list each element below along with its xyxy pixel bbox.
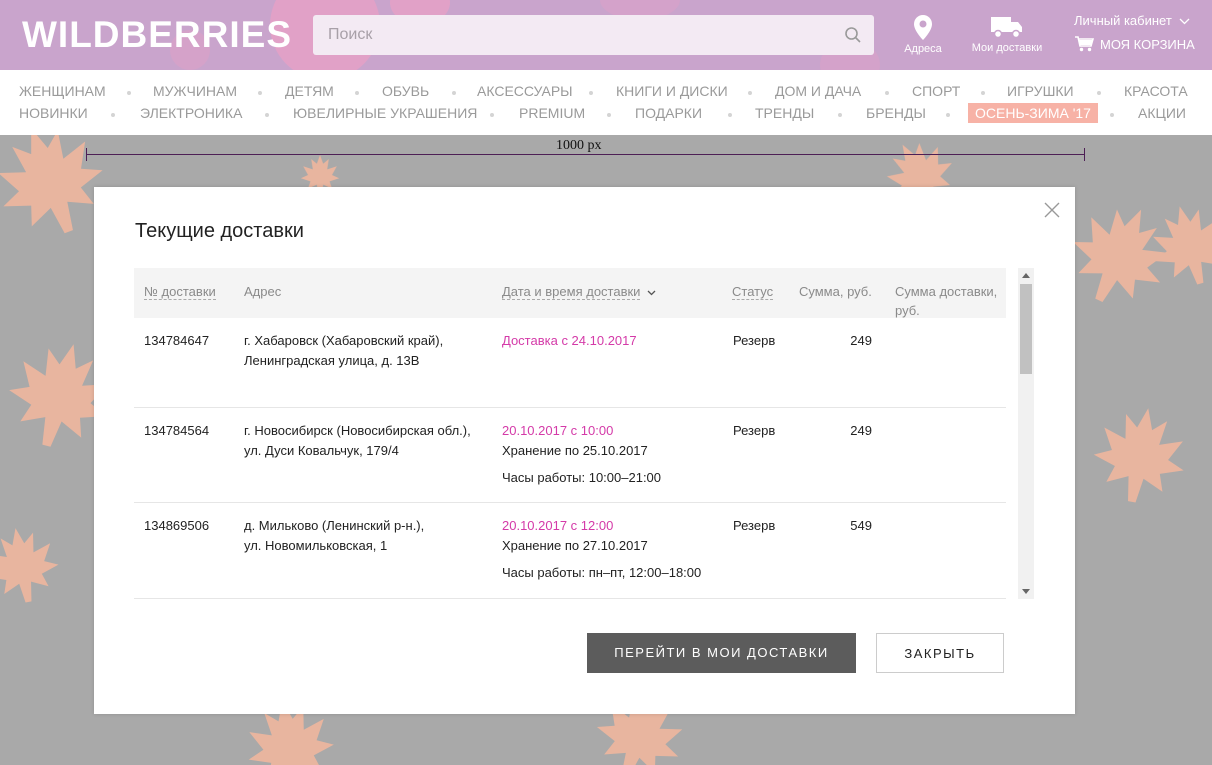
nav-autumn-winter[interactable]: Осень-Зима '17 (968, 103, 1098, 123)
cart-icon (1075, 36, 1094, 52)
delivery-status: Резерв (733, 333, 776, 348)
nav-shoes[interactable]: Обувь (382, 83, 429, 99)
delivery-number: 134784564 (144, 423, 210, 438)
column-status[interactable]: Статус (732, 282, 774, 301)
map-pin-icon (914, 15, 932, 40)
delivery-status: Резерв (733, 423, 776, 438)
nav-women[interactable]: Женщинам (19, 83, 106, 99)
chevron-down-icon (647, 290, 656, 296)
nav-electronics[interactable]: Электроника (140, 105, 242, 121)
search-bar (313, 15, 874, 55)
deliveries-modal: Текущие доставки № доставки Адрес Дата и… (94, 187, 1075, 714)
delivery-address: д. Мильково (Ленинский р-н.), ул. Новоми… (244, 518, 425, 553)
table-row[interactable]: 134784564 г. Новосибирск (Новосибирская … (134, 408, 1006, 503)
site-header: WILDBERRIES Адреса Мои доставки Личный к… (0, 0, 1212, 70)
nav-jewelry[interactable]: Ювелирные украшения (293, 105, 477, 121)
delivery-sum: 249 (850, 423, 872, 438)
my-deliveries-label: Мои доставки (971, 42, 1043, 54)
nav-premium[interactable]: Premium (519, 105, 585, 121)
nav-brands[interactable]: Бренды (866, 105, 926, 121)
close-button[interactable]: ЗАКРЫТЬ (876, 633, 1004, 673)
delivery-date: Доставка с 24.10.2017 (502, 333, 637, 348)
nav-sport[interactable]: Спорт (912, 83, 960, 99)
delivery-number: 134869506 (144, 518, 210, 533)
column-delivery-sum: Сумма доставки, руб. (895, 284, 998, 318)
delivery-datetime: 20.10.2017 с 10:00 Хранение по 25.10.201… (502, 423, 662, 485)
table-row[interactable]: 134869506 д. Мильково (Ленинский р-н.), … (134, 503, 1006, 599)
nav-trends[interactable]: Тренды (755, 105, 814, 121)
ruler-label: 1000 px (556, 138, 602, 153)
chevron-down-icon (1179, 18, 1190, 25)
truck-icon (991, 17, 1022, 39)
modal-title: Текущие доставки (135, 220, 304, 242)
cart-label: МОЯ КОРЗИНА (1100, 36, 1195, 52)
nav-new[interactable]: Новинки (19, 105, 88, 121)
category-nav: Женщинам Мужчинам Детям Обувь Аксессуары… (0, 70, 1212, 135)
width-ruler: 1000 px (86, 138, 1085, 162)
table-row[interactable]: 134784647 г. Хабаровск (Хабаровский край… (134, 318, 1006, 408)
addresses-button[interactable]: Адреса (900, 14, 946, 55)
nav-books[interactable]: Книги и диски (616, 83, 728, 99)
addresses-label: Адреса (904, 43, 942, 55)
column-sum: Сумма, руб. (799, 284, 872, 299)
column-address: Адрес (244, 284, 282, 299)
nav-home[interactable]: Дом и дача (775, 83, 861, 99)
search-icon[interactable] (844, 26, 862, 49)
nav-kids[interactable]: Детям (285, 83, 334, 99)
logo[interactable]: WILDBERRIES (22, 14, 292, 56)
delivery-status: Резерв (733, 518, 776, 533)
nav-accessories[interactable]: Аксессуары (477, 83, 573, 99)
search-input[interactable] (328, 15, 828, 55)
nav-men[interactable]: Мужчинам (153, 83, 237, 99)
delivery-number: 134784647 (144, 333, 210, 348)
personal-cabinet-label: Личный кабинет (1074, 13, 1172, 28)
scroll-down-arrow[interactable] (1022, 589, 1030, 594)
delivery-sum: 549 (850, 518, 872, 533)
close-icon[interactable] (1043, 201, 1061, 219)
go-to-my-deliveries-button[interactable]: ПЕРЕЙТИ В МОИ ДОСТАВКИ (587, 633, 856, 673)
table-scrollbar[interactable] (1018, 268, 1034, 599)
delivery-datetime: 20.10.2017 с 12:00 Хранение по 27.10.201… (502, 518, 702, 580)
delivery-sum: 249 (850, 333, 872, 348)
deliveries-table: № доставки Адрес Дата и время доставки С… (134, 268, 1006, 599)
nav-sales[interactable]: Акции (1138, 105, 1186, 121)
nav-toys[interactable]: Игрушки (1007, 83, 1074, 99)
nav-gifts[interactable]: Подарки (635, 105, 702, 121)
table-header: № доставки Адрес Дата и время доставки С… (134, 268, 1006, 318)
column-datetime[interactable]: Дата и время доставки (502, 282, 656, 301)
scroll-up-arrow[interactable] (1022, 273, 1030, 278)
personal-cabinet-link[interactable]: Личный кабинет (1074, 13, 1190, 28)
cart-link[interactable]: МОЯ КОРЗИНА (1074, 36, 1195, 52)
delivery-address: г. Новосибирск (Новосибирская обл.), ул.… (244, 423, 471, 458)
delivery-address: г. Хабаровск (Хабаровский край), Ленингр… (244, 333, 444, 368)
my-deliveries-button[interactable]: Мои доставки (968, 14, 1046, 54)
column-number[interactable]: № доставки (144, 282, 216, 301)
nav-beauty[interactable]: Красота (1124, 83, 1188, 99)
scrollbar-thumb[interactable] (1020, 284, 1032, 374)
